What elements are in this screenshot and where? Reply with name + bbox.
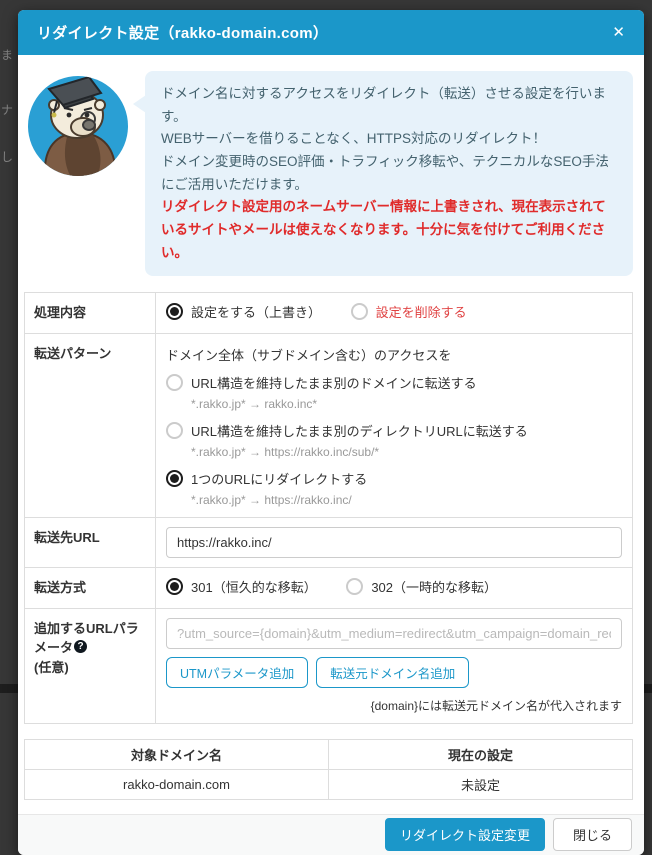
radio-option-single-url-redirect[interactable]: 1つのURLにリダイレクトする [166, 469, 367, 488]
change-redirect-settings-button[interactable]: リダイレクト設定変更 [385, 818, 545, 851]
action-options: 設定をする（上書き） 設定を削除する [156, 293, 632, 333]
form-row-url-params: 追加するURLパラメータ? (任意) UTMパラメータ追加 転送元ドメイン名追加… [25, 608, 632, 723]
modal-footer: リダイレクト設定変更 閉じる [18, 814, 644, 855]
url-params-input[interactable] [166, 618, 622, 649]
otter-mascot-avatar [27, 75, 129, 177]
radio-label: 301（恒久的な移転） [191, 577, 317, 596]
method-label: 転送方式 [25, 568, 156, 608]
dest-url-label: 転送先URL [25, 518, 156, 567]
radio-option-domain-forward[interactable]: URL構造を維持したまま別のドメインに転送する [166, 373, 477, 392]
pattern-option-domain: URL構造を維持したまま別のドメインに転送する *.rakko.jp* → ra… [166, 373, 622, 412]
form-row-method: 転送方式 301（恒久的な移転） 302（一時的な移転） [25, 567, 632, 608]
action-label: 処理内容 [25, 293, 156, 333]
column-header-current-setting: 現在の設定 [329, 739, 633, 769]
column-header-domain: 対象ドメイン名 [25, 739, 329, 769]
method-options: 301（恒久的な移転） 302（一時的な移転） [156, 568, 632, 608]
redirect-form: 処理内容 設定をする（上書き） 設定を削除する 転送パターン ドメイン全体（サ [24, 292, 633, 724]
overlay-text-fragment: ま [1, 46, 13, 63]
radio-option-directory-forward[interactable]: URL構造を維持したまま別のディレクトリURLに転送する [166, 421, 528, 440]
radio-icon[interactable] [166, 374, 183, 391]
form-row-action: 処理内容 設定をする（上書き） 設定を削除する [25, 293, 632, 333]
pattern-example: *.rakko.jp* → https://rakko.inc/sub/* [191, 444, 622, 460]
dest-url-content [156, 518, 632, 567]
radio-label: 302（一時的な移転） [371, 577, 497, 596]
current-setting-cell: 未設定 [329, 769, 633, 799]
radio-icon[interactable] [166, 303, 183, 320]
intro-line: ドメイン名に対するアクセスをリダイレクト（転送）させる設定を行います。 [161, 83, 617, 128]
intro-line: ドメイン変更時のSEO評価・トラフィック移転や、テクニカルなSEO手法にご活用い… [161, 151, 617, 196]
pattern-label: 転送パターン [25, 334, 156, 518]
radio-icon[interactable] [166, 422, 183, 439]
dest-url-input[interactable] [166, 527, 622, 558]
form-row-dest-url: 転送先URL [25, 517, 632, 567]
radio-label: 1つのURLにリダイレクトする [191, 469, 367, 488]
radio-option-302[interactable]: 302（一時的な移転） [346, 577, 497, 596]
modal-header: リダイレクト設定（rakko-domain.com） ✕ [18, 10, 644, 55]
form-row-pattern: 転送パターン ドメイン全体（サブドメイン含む）のアクセスを URL構造を維持した… [25, 333, 632, 518]
redirect-settings-modal: リダイレクト設定（rakko-domain.com） ✕ [18, 10, 644, 855]
url-params-content: UTMパラメータ追加 転送元ドメイン名追加 {domain}には転送元ドメイン名… [156, 609, 632, 723]
pattern-heading: ドメイン全体（サブドメイン含む）のアクセスを [166, 343, 622, 364]
modal-title: リダイレクト設定（rakko-domain.com） [37, 22, 612, 43]
intro-speech-bubble: ドメイン名に対するアクセスをリダイレクト（転送）させる設定を行います。 WEBサ… [145, 71, 633, 276]
modal-body: ドメイン名に対するアクセスをリダイレクト（転送）させる設定を行います。 WEBサ… [18, 55, 644, 800]
radio-icon[interactable] [166, 470, 183, 487]
radio-label: 設定をする（上書き） [191, 302, 321, 321]
pattern-option-single-url: 1つのURLにリダイレクトする *.rakko.jp* → https://ra… [166, 469, 622, 508]
pattern-options: ドメイン全体（サブドメイン含む）のアクセスを URL構造を維持したまま別のドメイ… [156, 334, 632, 518]
pattern-example: *.rakko.jp* → rakko.inc* [191, 396, 622, 412]
radio-option-overwrite[interactable]: 設定をする（上書き） [166, 302, 321, 321]
radio-label: URL構造を維持したまま別のディレクトリURLに転送する [191, 421, 528, 440]
radio-icon[interactable] [351, 303, 368, 320]
overlay-text-fragment: し [1, 148, 13, 165]
url-params-optional-text: (任意) [34, 658, 149, 678]
url-params-label: 追加するURLパラメータ? (任意) [25, 609, 156, 723]
radio-option-301[interactable]: 301（恒久的な移転） [166, 577, 317, 596]
radio-icon[interactable] [166, 578, 183, 595]
domain-name-cell: rakko-domain.com [25, 769, 329, 799]
radio-option-delete[interactable]: 設定を削除する [351, 302, 467, 321]
pattern-option-directory: URL構造を維持したまま別のディレクトリURLに転送する *.rakko.jp*… [166, 421, 622, 460]
table-header-row: 対象ドメイン名 現在の設定 [25, 739, 633, 769]
table-row: rakko-domain.com 未設定 [25, 769, 633, 799]
intro-line: WEBサーバーを借りることなく、HTTPS対応のリダイレクト！ [161, 128, 617, 151]
radio-label: 設定を削除する [376, 302, 467, 321]
overlay-text-fragment: ナ [1, 101, 13, 118]
radio-icon[interactable] [346, 578, 363, 595]
intro-section: ドメイン名に対するアクセスをリダイレクト（転送）させる設定を行います。 WEBサ… [24, 71, 633, 276]
add-utm-params-button[interactable]: UTMパラメータ追加 [166, 657, 308, 688]
help-icon[interactable]: ? [74, 640, 87, 653]
close-icon[interactable]: ✕ [612, 25, 625, 40]
intro-warning-text: リダイレクト設定用のネームサーバー情報に上書きされ、現在表示されているサイトやメ… [161, 196, 617, 264]
add-source-domain-button[interactable]: 転送元ドメイン名追加 [316, 657, 469, 688]
pattern-example: *.rakko.jp* → https://rakko.inc/ [191, 492, 622, 508]
domain-placeholder-note: {domain}には転送元ドメイン名が代入されます [166, 697, 622, 714]
close-button[interactable]: 閉じる [553, 818, 632, 851]
radio-label: URL構造を維持したまま別のドメインに転送する [191, 373, 477, 392]
target-domains-table: 対象ドメイン名 現在の設定 rakko-domain.com 未設定 [24, 739, 633, 800]
param-buttons: UTMパラメータ追加 転送元ドメイン名追加 [166, 657, 622, 688]
url-params-label-text: 追加するURLパラメータ [34, 621, 139, 656]
